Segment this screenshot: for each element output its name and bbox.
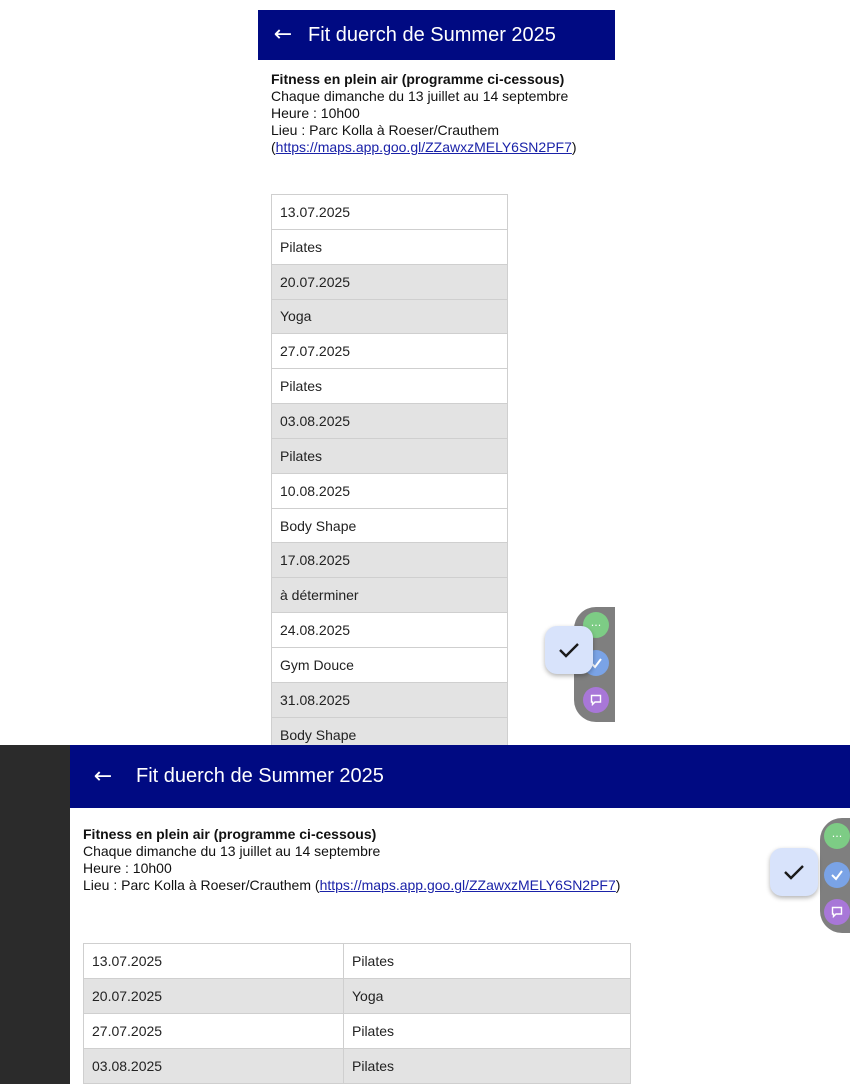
schedule-activity-cell: Pilates	[343, 1049, 628, 1083]
chat-bubble-icon[interactable]	[824, 899, 850, 925]
event-dates: Chaque dimanche du 13 juillet au 14 sept…	[83, 843, 381, 859]
schedule-activity-cell: Pilates	[272, 228, 507, 264]
checkmark-button[interactable]	[770, 848, 818, 896]
schedule-activity-cell: Pilates	[343, 944, 628, 978]
chat-bubble-icon[interactable]	[583, 687, 609, 713]
schedule-activity-cell: Body Shape	[272, 716, 507, 745]
checkmark-icon	[559, 643, 579, 658]
portrait-screenshot: ← Fit duerch de Summer 2025 Fitness en p…	[258, 10, 615, 745]
table-row: 20.07.2025 Yoga	[84, 978, 630, 1013]
schedule-date-cell: 03.08.2025	[92, 1058, 163, 1074]
map-link[interactable]: https://maps.app.goo.gl/ZZawxzMELY6SN2PF…	[276, 139, 572, 155]
schedule-date-cell: 20.07.2025	[272, 263, 507, 299]
location-text: Lieu : Parc Kolla à Roeser/Crauthem	[271, 122, 499, 138]
schedule-date-cell: 27.07.2025	[92, 1023, 163, 1039]
schedule-date-cell: 31.08.2025	[272, 681, 507, 717]
schedule-activity-cell: Pilates	[343, 1014, 628, 1048]
schedule-activity-cell: Pilates	[272, 368, 507, 403]
event-heading: Fitness en plein air (programme ci-cesso…	[83, 826, 377, 842]
event-heading: Fitness en plein air (programme ci-cesso…	[271, 71, 565, 87]
schedule-date-cell: 17.08.2025	[272, 542, 507, 578]
back-arrow-icon[interactable]: ←	[258, 10, 308, 60]
schedule-activity-cell: Body Shape	[272, 507, 507, 543]
checkmark-icon	[784, 865, 804, 880]
floating-action-rail: ···	[820, 818, 850, 933]
event-time: Heure : 10h00	[271, 105, 360, 121]
app-bar: ← Fit duerch de Summer 2025	[258, 10, 615, 60]
schedule-activity-cell: Pilates	[272, 437, 507, 473]
event-info: Fitness en plein air (programme ci-cesso…	[83, 826, 803, 894]
table-row: 27.07.2025 Pilates	[84, 1013, 630, 1048]
landscape-screenshot: ← Fit duerch de Summer 2025 Fitness en p…	[0, 745, 850, 1084]
schedule-activity-cell: Gym Douce	[272, 646, 507, 682]
table-row: 13.07.2025 Pilates	[84, 943, 630, 978]
ellipsis-icon[interactable]: ···	[824, 823, 850, 849]
app-bar-landscape: ← Fit duerch de Summer 2025	[70, 745, 850, 808]
event-time: Heure : 10h00	[83, 860, 172, 876]
schedule-date-cell: 20.07.2025	[92, 988, 163, 1004]
schedule-date-cell: 27.07.2025	[272, 333, 507, 368]
left-gutter	[0, 745, 70, 1084]
map-link[interactable]: https://maps.app.goo.gl/ZZawxzMELY6SN2PF…	[320, 877, 616, 893]
back-arrow-icon[interactable]: ←	[70, 745, 136, 808]
schedule-date-cell: 13.07.2025	[92, 953, 163, 969]
table-row: 03.08.2025 Pilates	[84, 1048, 630, 1083]
event-location: Lieu : Parc Kolla à Roeser/Crauthem (htt…	[83, 877, 621, 893]
schedule-activity-cell: à déterminer	[272, 577, 507, 613]
location-text: Lieu : Parc Kolla à Roeser/Crauthem	[83, 877, 311, 893]
schedule-table: 13.07.2025 Pilates 20.07.2025 Yoga 27.07.202…	[271, 194, 508, 745]
schedule-table: 13.07.2025 Pilates 20.07.2025 Yoga 27.07.202…	[83, 943, 631, 1084]
schedule-activity-cell: Yoga	[343, 979, 628, 1013]
event-location: Lieu : Parc Kolla à Roeser/Crauthem (http…	[271, 122, 577, 155]
event-info: Fitness en plein air (programme ci-cesso…	[271, 71, 611, 156]
schedule-date-cell: 24.08.2025	[272, 612, 507, 647]
checkmark-button[interactable]	[545, 626, 593, 674]
schedule-activity-cell: Yoga	[272, 298, 507, 334]
schedule-date-cell: 13.07.2025	[272, 194, 507, 229]
schedule-date-cell: 10.08.2025	[272, 472, 507, 508]
schedule-date-cell: 03.08.2025	[272, 403, 507, 438]
check-icon-secondary[interactable]	[824, 862, 850, 888]
page-title: Fit duerch de Summer 2025	[308, 23, 556, 46]
page-title: Fit duerch de Summer 2025	[136, 765, 384, 787]
event-dates: Chaque dimanche du 13 juillet au 14 sept…	[271, 88, 569, 104]
